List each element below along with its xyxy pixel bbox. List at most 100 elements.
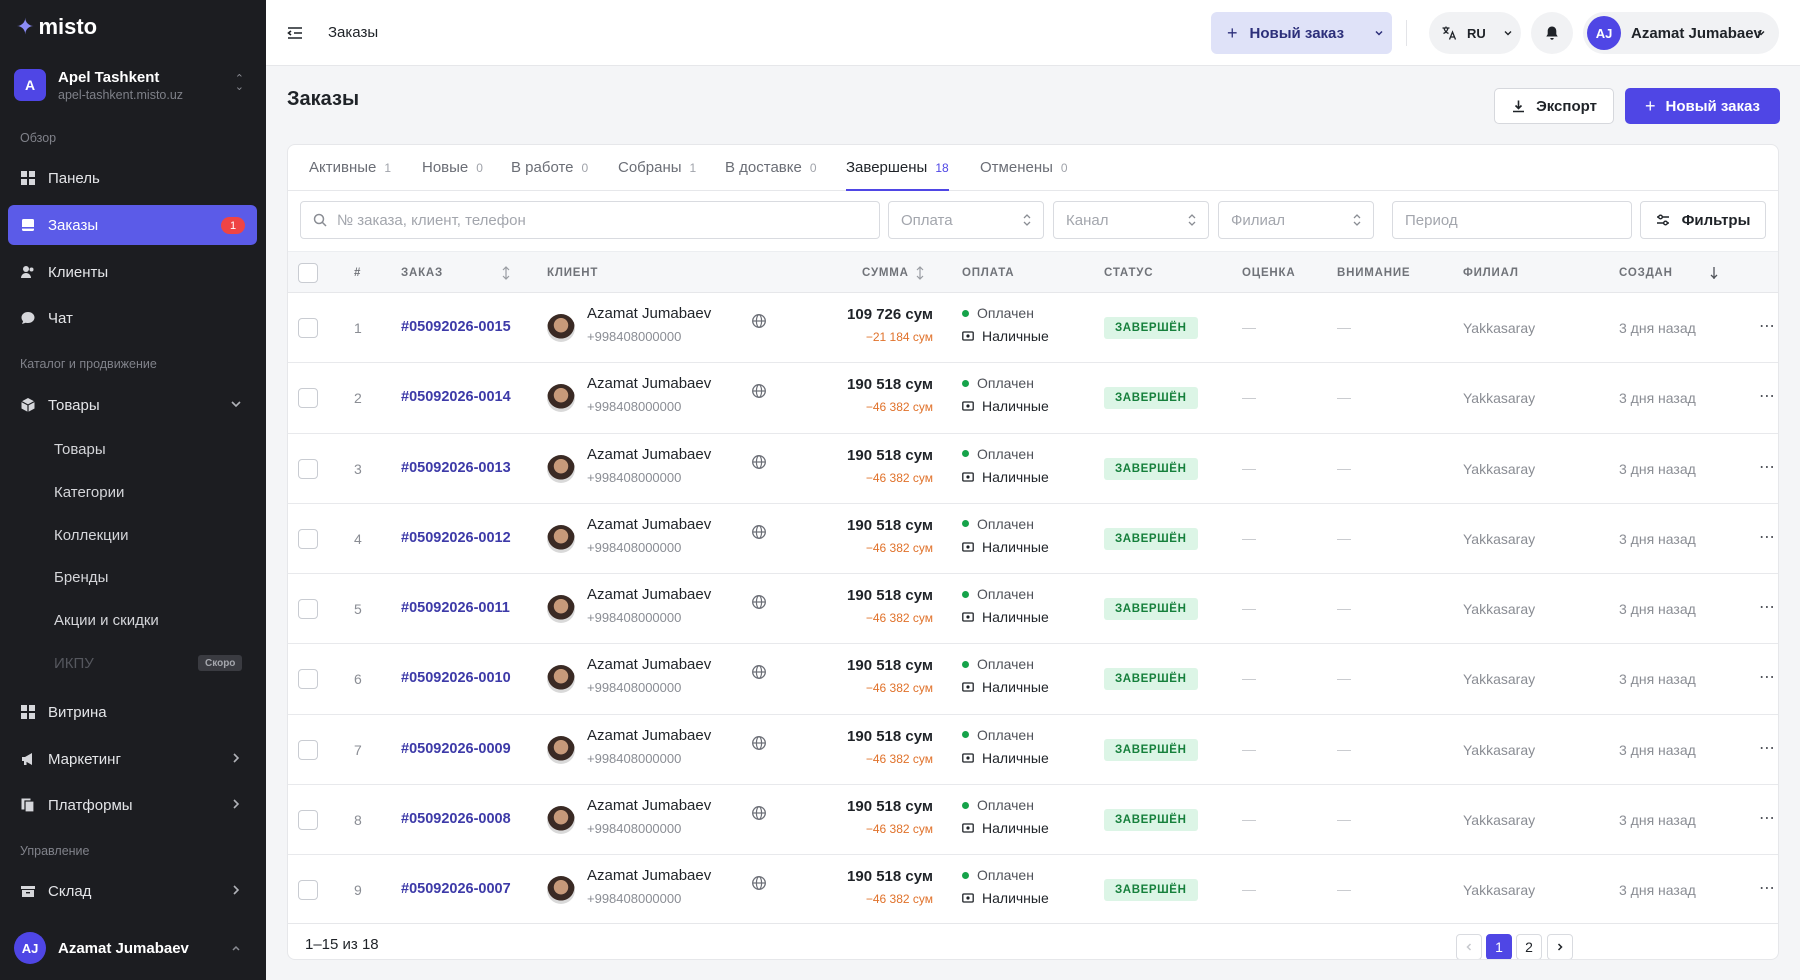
column-created[interactable]: СОЗДАН bbox=[1619, 267, 1673, 279]
client-name[interactable]: Azamat Jumabaev bbox=[587, 375, 711, 392]
sidebar-user-menu[interactable]: AJ Azamat Jumabaev bbox=[14, 930, 252, 966]
more-actions-icon[interactable]: ⋯ bbox=[1759, 316, 1776, 336]
chevron-up-down-icon bbox=[1353, 214, 1361, 226]
row-checkbox[interactable] bbox=[298, 528, 318, 549]
brand-logo[interactable]: ✦ misto bbox=[16, 14, 97, 40]
client-name[interactable]: Azamat Jumabaev bbox=[587, 867, 711, 884]
sidebar-item-marketing[interactable]: Маркетинг bbox=[8, 739, 257, 779]
column-order[interactable]: ЗАКАЗ bbox=[401, 267, 443, 279]
table-row[interactable]: 7 #05092026-0009 Azamat Jumabaev +998408… bbox=[288, 715, 1778, 786]
table-row[interactable]: 8 #05092026-0008 Azamat Jumabaev +998408… bbox=[288, 785, 1778, 856]
client-name[interactable]: Azamat Jumabaev bbox=[587, 446, 711, 463]
sidebar-item-platforms[interactable]: Платформы bbox=[8, 785, 257, 825]
client-phone: +998408000000 bbox=[587, 539, 682, 555]
row-checkbox[interactable] bbox=[298, 388, 318, 409]
sidebar-item-warehouse[interactable]: Склад bbox=[8, 871, 257, 911]
client-name[interactable]: Azamat Jumabaev bbox=[587, 656, 711, 673]
sidebar-item-dashboard[interactable]: Панель bbox=[8, 158, 257, 198]
tab-new[interactable]: Новые 0 bbox=[422, 159, 483, 191]
sidebar-subitem-categories[interactable]: Категории bbox=[54, 484, 124, 501]
status-badge: ЗАВЕРШЁН bbox=[1104, 668, 1198, 691]
order-link[interactable]: #05092026-0012 bbox=[401, 530, 511, 546]
order-link[interactable]: #05092026-0011 bbox=[401, 600, 510, 616]
sidebar-item-chat[interactable]: Чат bbox=[8, 298, 257, 338]
order-link[interactable]: #05092026-0014 bbox=[401, 389, 511, 405]
period-input[interactable]: Период bbox=[1392, 201, 1632, 239]
row-checkbox[interactable] bbox=[298, 810, 318, 831]
new-order-split-button[interactable]: + Новый заказ bbox=[1211, 12, 1392, 54]
language-selector[interactable]: RU bbox=[1429, 12, 1521, 54]
sidebar-subitem-promotions[interactable]: Акции и скидки bbox=[54, 612, 159, 629]
sidebar-subitem-collections[interactable]: Коллекции bbox=[54, 527, 129, 544]
row-checkbox[interactable] bbox=[298, 458, 318, 479]
order-link[interactable]: #05092026-0007 bbox=[401, 881, 511, 897]
branch-select[interactable]: Филиал bbox=[1218, 201, 1374, 239]
order-link[interactable]: #05092026-0009 bbox=[401, 741, 511, 757]
channel-select[interactable]: Канал bbox=[1053, 201, 1209, 239]
more-actions-icon[interactable]: ⋯ bbox=[1759, 808, 1776, 828]
table-row[interactable]: 4 #05092026-0012 Azamat Jumabaev +998408… bbox=[288, 504, 1778, 575]
sidebar-item-clients[interactable]: Клиенты bbox=[8, 252, 257, 292]
prev-page-button[interactable] bbox=[1456, 934, 1482, 959]
row-checkbox[interactable] bbox=[298, 739, 318, 760]
table-row[interactable]: 2 #05092026-0014 Azamat Jumabaev +998408… bbox=[288, 363, 1778, 434]
tab-cancelled[interactable]: Отменены 0 bbox=[980, 159, 1068, 191]
order-link[interactable]: #05092026-0008 bbox=[401, 811, 511, 827]
more-actions-icon[interactable]: ⋯ bbox=[1759, 878, 1776, 898]
sidebar-subitem-brands[interactable]: Бренды bbox=[54, 569, 108, 586]
user-menu[interactable]: AJ Azamat Jumabaev bbox=[1583, 12, 1779, 54]
sort-icon[interactable] bbox=[501, 266, 511, 280]
client-name[interactable]: Azamat Jumabaev bbox=[587, 727, 711, 744]
client-name[interactable]: Azamat Jumabaev bbox=[587, 305, 711, 322]
payment-select[interactable]: Оплата bbox=[888, 201, 1044, 239]
more-actions-icon[interactable]: ⋯ bbox=[1759, 667, 1776, 687]
notifications-button[interactable] bbox=[1531, 12, 1573, 54]
sort-desc-icon[interactable] bbox=[1709, 266, 1719, 280]
tab-in-progress[interactable]: В работе 0 bbox=[511, 159, 588, 191]
tab-active[interactable]: Активные 1 bbox=[309, 159, 391, 191]
sidebar-item-products[interactable]: Товары bbox=[8, 385, 257, 425]
order-link[interactable]: #05092026-0015 bbox=[401, 319, 511, 335]
client-name[interactable]: Azamat Jumabaev bbox=[587, 586, 711, 603]
filters-button[interactable]: Фильтры bbox=[1640, 201, 1766, 239]
row-checkbox[interactable] bbox=[298, 599, 318, 620]
sidebar-item-orders[interactable]: Заказы 1 bbox=[8, 205, 257, 245]
row-checkbox[interactable] bbox=[298, 669, 318, 690]
table-row[interactable]: 9 #05092026-0007 Azamat Jumabaev +998408… bbox=[288, 855, 1778, 923]
client-name[interactable]: Azamat Jumabaev bbox=[587, 516, 711, 533]
more-actions-icon[interactable]: ⋯ bbox=[1759, 527, 1776, 547]
row-checkbox[interactable] bbox=[298, 880, 318, 901]
sort-icon[interactable] bbox=[915, 266, 925, 280]
order-link[interactable]: #05092026-0010 bbox=[401, 670, 511, 686]
page-button[interactable]: 2 bbox=[1516, 934, 1542, 959]
more-actions-icon[interactable]: ⋯ bbox=[1759, 386, 1776, 406]
page-button[interactable]: 1 bbox=[1486, 934, 1512, 959]
export-button[interactable]: Экспорт bbox=[1494, 88, 1614, 124]
tab-delivery[interactable]: В доставке 0 bbox=[725, 159, 817, 191]
table-row[interactable]: 3 #05092026-0013 Azamat Jumabaev +998408… bbox=[288, 434, 1778, 504]
sidebar-subitem-products[interactable]: Товары bbox=[54, 441, 106, 458]
chevron-down-icon[interactable] bbox=[1372, 26, 1386, 40]
select-all-checkbox[interactable] bbox=[298, 263, 318, 283]
tab-completed[interactable]: Завершены 18 bbox=[846, 159, 949, 191]
order-link[interactable]: #05092026-0013 bbox=[401, 460, 511, 476]
store-switcher[interactable]: A Apel Tashkent apel-tashkent.misto.uz ⌃… bbox=[14, 62, 252, 108]
client-name[interactable]: Azamat Jumabaev bbox=[587, 797, 711, 814]
table-row[interactable]: 6 #05092026-0010 Azamat Jumabaev +998408… bbox=[288, 644, 1778, 715]
more-actions-icon[interactable]: ⋯ bbox=[1759, 738, 1776, 758]
more-actions-icon[interactable]: ⋯ bbox=[1759, 457, 1776, 477]
sidebar-item-showcase[interactable]: Витрина bbox=[8, 692, 257, 732]
cash-icon bbox=[962, 331, 974, 341]
collapse-sidebar-icon[interactable] bbox=[286, 24, 304, 42]
row-checkbox[interactable] bbox=[298, 318, 318, 338]
new-order-button[interactable]: + Новый заказ bbox=[1625, 88, 1780, 124]
next-page-button[interactable] bbox=[1547, 934, 1573, 959]
globe-icon bbox=[752, 314, 766, 328]
chevron-up-down-icon bbox=[1188, 214, 1196, 226]
search-input[interactable]: № заказа, клиент, телефон bbox=[300, 201, 880, 239]
tab-assembled[interactable]: Собраны 1 bbox=[618, 159, 696, 191]
table-row[interactable]: 5 #05092026-0011 Azamat Jumabaev +998408… bbox=[288, 574, 1778, 645]
table-row[interactable]: 1 #05092026-0015 Azamat Jumabaev +998408… bbox=[288, 293, 1778, 364]
column-sum[interactable]: СУММА bbox=[862, 267, 909, 279]
more-actions-icon[interactable]: ⋯ bbox=[1759, 597, 1776, 617]
